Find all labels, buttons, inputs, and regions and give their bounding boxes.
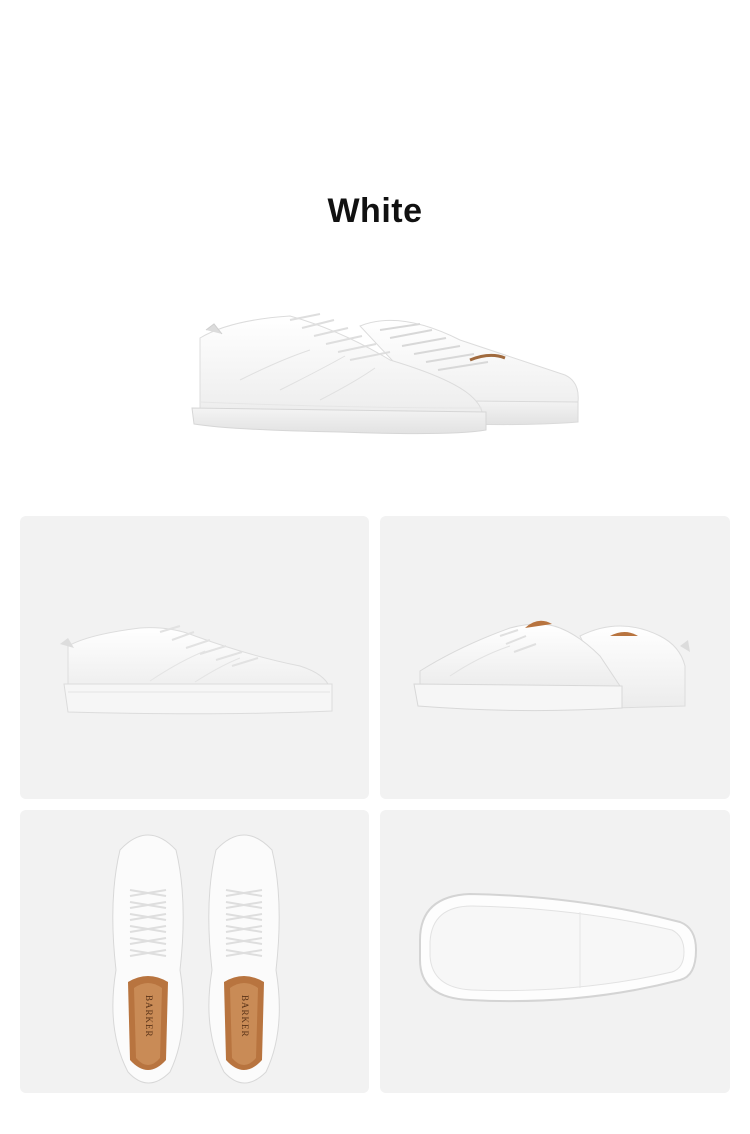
gallery-image-top-down-pair: BARKER BARKER [20, 810, 369, 1093]
svg-text:BARKER: BARKER [240, 995, 250, 1038]
color-title: White [327, 192, 423, 230]
gallery-image-side-profile [20, 516, 369, 799]
hero-product-image [170, 290, 600, 460]
gallery-image-rear-three-quarter [380, 516, 730, 799]
gallery-image-sole-bottom [380, 810, 730, 1093]
svg-text:BARKER: BARKER [144, 995, 154, 1038]
